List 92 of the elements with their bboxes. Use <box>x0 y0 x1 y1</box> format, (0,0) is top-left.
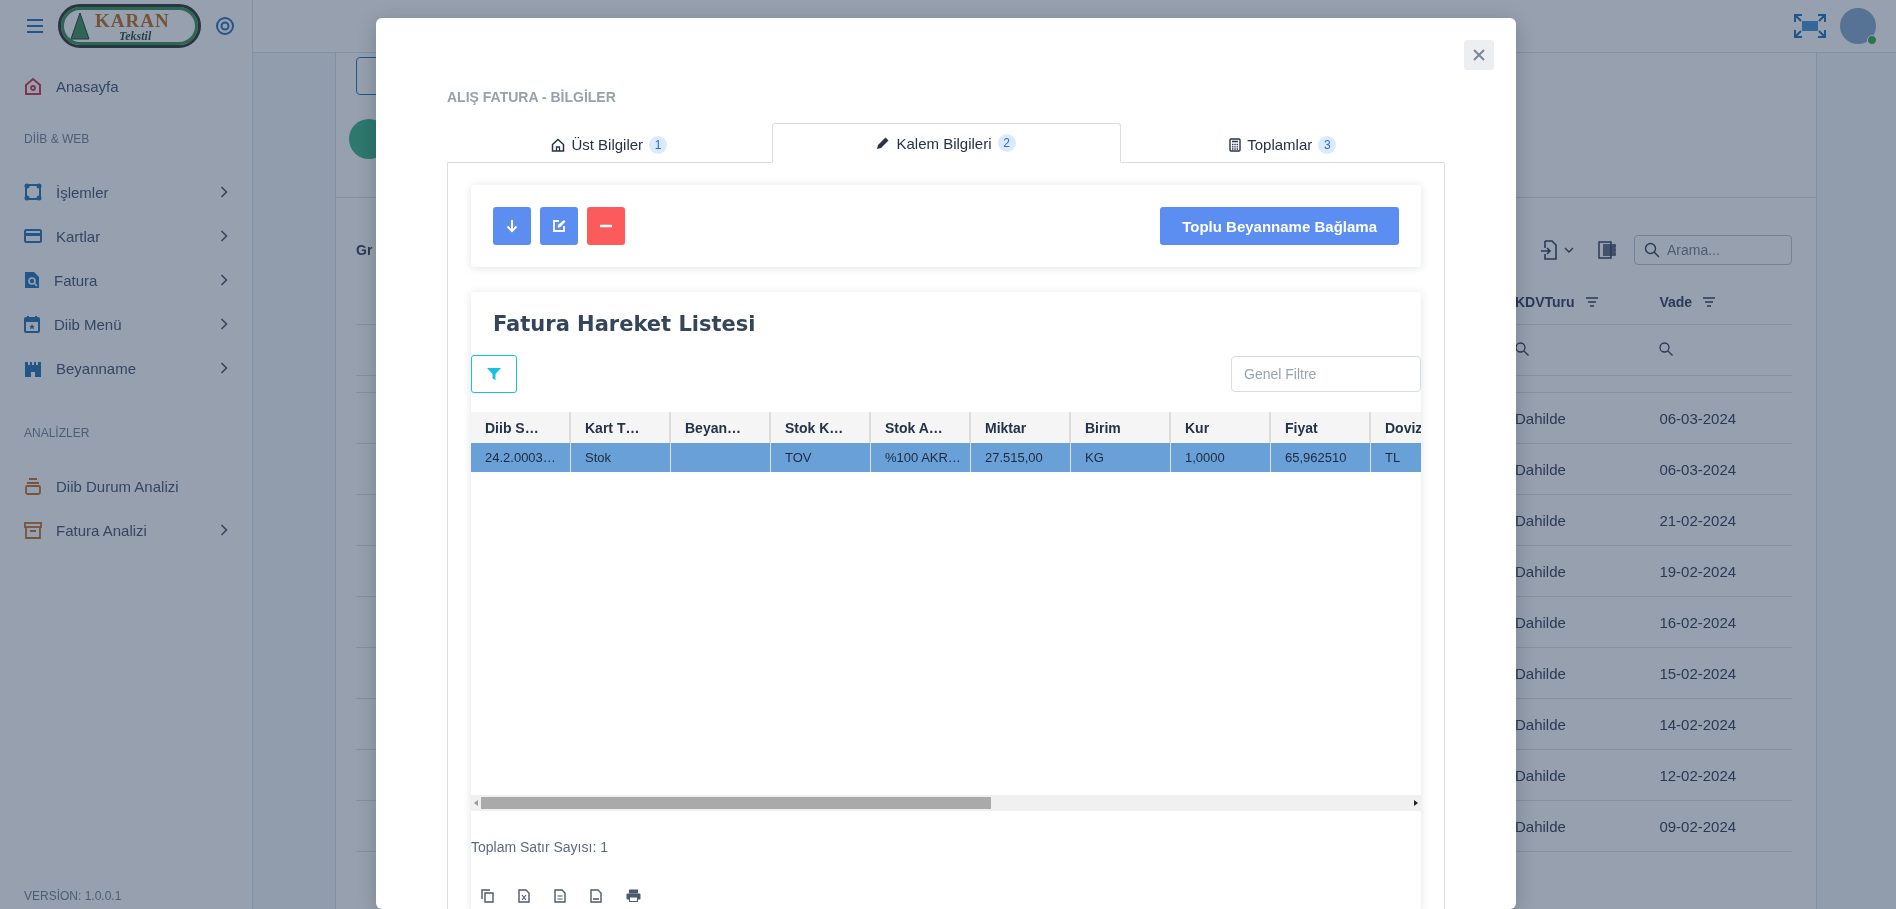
sidebar-item[interactable]: Diib Menü <box>0 302 252 346</box>
sidebar-item[interactable]: Kartlar <box>0 214 252 258</box>
count-badge: 2 <box>997 134 1016 152</box>
close-icon <box>1473 49 1485 61</box>
sidebar-item[interactable]: İşlemler <box>0 170 252 214</box>
print-icon[interactable] <box>626 889 641 902</box>
tab[interactable]: Kalem Bilgileri 2 <box>771 123 1121 163</box>
stack-icon <box>24 477 42 495</box>
table-cell: 65,962510 <box>1285 450 1347 465</box>
funnel-icon <box>487 368 501 380</box>
scrollbar-thumb[interactable] <box>481 797 991 809</box>
table-cell: Dahilde <box>1515 817 1566 835</box>
home-icon <box>551 137 566 152</box>
menu-icon[interactable] <box>26 18 44 34</box>
table-cell: 24.2.0003… <box>485 450 556 465</box>
edit-button[interactable] <box>540 207 578 245</box>
table-cell: Dahilde <box>1515 664 1566 682</box>
table-cell: 21-02-2024 <box>1659 511 1737 529</box>
table-cell: KG <box>1085 450 1104 465</box>
column-header[interactable]: Vade <box>1659 294 1693 310</box>
table-cell: Dahilde <box>1515 715 1566 733</box>
table-cell: 16-02-2024 <box>1659 613 1737 631</box>
target-icon[interactable] <box>215 16 235 36</box>
arrow-down-icon <box>506 219 518 233</box>
search-field[interactable]: Arama... <box>1634 235 1792 265</box>
calculator-icon <box>1229 137 1242 152</box>
table-cell: 06-03-2024 <box>1659 409 1737 427</box>
pencil-icon <box>876 136 891 150</box>
company-logo: KARAN Tekstil <box>58 4 201 48</box>
filter-field[interactable]: Genel Filtre <box>1231 356 1421 392</box>
search-icon[interactable] <box>1515 341 1529 356</box>
avatar[interactable] <box>1840 8 1876 44</box>
table-cell: 1,0000 <box>1185 450 1225 465</box>
list-title: Fatura Hareket Listesi <box>492 311 757 338</box>
table-cell: Dahilde <box>1515 613 1566 631</box>
minus-icon <box>600 224 612 228</box>
column-header[interactable]: KDVTuru <box>1515 294 1575 310</box>
section-heading: DİİB & WEB <box>23 131 91 148</box>
home-icon <box>24 77 42 95</box>
archive-icon <box>24 521 42 539</box>
count-badge: 3 <box>1318 135 1337 154</box>
table-cell: Dahilde <box>1515 460 1566 478</box>
calendar-icon <box>24 315 40 333</box>
text-file-icon[interactable] <box>554 889 566 903</box>
nodes-icon <box>24 183 42 201</box>
table-cell: 27.515,00 <box>985 450 1043 465</box>
modal-title: ALIŞ FATURA - BİLGİLER <box>447 89 617 107</box>
table-cell: Dahilde <box>1515 766 1566 784</box>
tab[interactable]: Toplamlar 3 <box>1120 126 1445 163</box>
table-cell: 12-02-2024 <box>1659 766 1737 784</box>
sidebar-item[interactable]: Fatura Analizi <box>0 508 252 552</box>
table-cell: %100 AKR… <box>885 450 961 465</box>
table-cell: TL <box>1385 450 1401 465</box>
sidebar-item[interactable]: Beyanname <box>0 346 252 390</box>
table-cell: Dahilde <box>1515 562 1566 580</box>
table-cell: 15-02-2024 <box>1659 664 1737 682</box>
close-button[interactable] <box>1464 40 1494 70</box>
table-cell: Dahilde <box>1515 409 1566 427</box>
group-label: Gr <box>356 242 373 258</box>
copy-icon[interactable] <box>481 889 494 903</box>
table-cell: 06-03-2024 <box>1659 460 1737 478</box>
tab[interactable]: Üst Bilgiler 1 <box>447 126 772 163</box>
card-icon <box>24 228 42 244</box>
count-badge: 1 <box>649 135 668 154</box>
filter-button[interactable] <box>471 355 517 393</box>
table-cell: 19-02-2024 <box>1659 562 1737 580</box>
online-status-dot <box>1867 35 1877 45</box>
columns-icon[interactable] <box>1598 241 1616 259</box>
document-search-icon <box>24 271 40 289</box>
file-icon[interactable] <box>590 889 602 903</box>
sidebar-item[interactable]: Anasayfa <box>0 64 252 108</box>
version-text: VERSİON: 1.0.0.1 <box>23 889 123 905</box>
caret-icon[interactable] <box>1564 247 1574 253</box>
table-cell: Stok <box>585 450 611 465</box>
edit-icon <box>552 219 566 233</box>
export-icon[interactable] <box>1540 240 1558 260</box>
sidebar-item[interactable]: Diib Durum Analizi <box>0 464 252 508</box>
table-cell: Dahilde <box>1515 511 1566 529</box>
filter-lines-icon[interactable] <box>1702 296 1717 308</box>
table-cell: 09-02-2024 <box>1659 817 1737 835</box>
castle-icon <box>24 359 42 377</box>
table-cell: 14-02-2024 <box>1659 715 1737 733</box>
filter-lines-icon[interactable] <box>1584 296 1599 308</box>
row-count-text: Toplam Satır Sayısı: 1 <box>471 838 609 855</box>
download-button[interactable] <box>493 207 531 245</box>
table-row[interactable]: 24.2.0003… Stok TOV %100 AKR… 27.515,00 KG 1,0000 65,962510 TL <box>471 443 1421 472</box>
spreadsheet-file-icon[interactable] <box>518 889 530 903</box>
sidebar-item[interactable]: Fatura <box>0 258 252 302</box>
section-heading: ANALİZLER <box>23 425 91 442</box>
fullscreen-icon[interactable] <box>1794 14 1826 38</box>
table-cell: TOV <box>785 450 812 465</box>
search-icon <box>1644 242 1660 258</box>
